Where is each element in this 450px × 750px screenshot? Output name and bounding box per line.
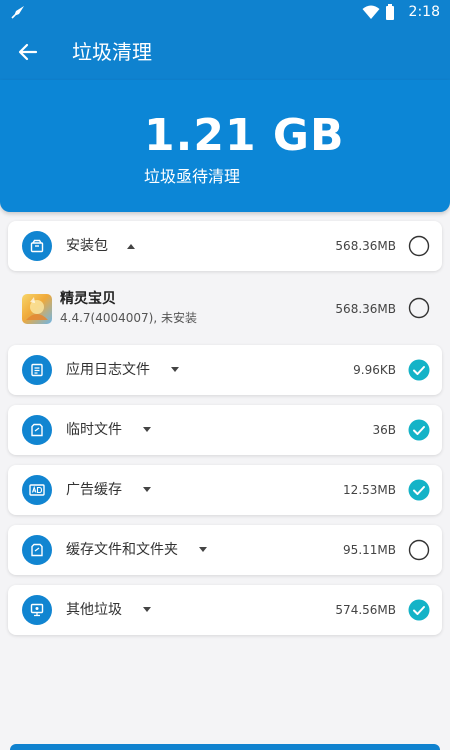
- chevron-up-icon[interactable]: [126, 242, 136, 250]
- apk-version: 4.4.7(4004007), 未安装: [60, 311, 197, 325]
- chevron-down-icon[interactable]: [198, 546, 208, 554]
- category-amount: 12.53MB: [343, 483, 396, 497]
- temp-file-icon: [22, 415, 52, 445]
- category-amount: 95.11MB: [343, 543, 396, 557]
- rocket-icon: [11, 6, 24, 19]
- unchecked-circle-icon[interactable]: [408, 235, 430, 257]
- status-time: 2:18: [408, 4, 440, 20]
- category-label: 安装包: [66, 238, 108, 254]
- category-other-junk[interactable]: 其他垃圾 574.56MB: [8, 585, 442, 635]
- category-label: 临时文件: [66, 422, 122, 438]
- category-amount: 574.56MB: [335, 603, 396, 617]
- log-file-icon: [22, 355, 52, 385]
- clean-action-bar[interactable]: [10, 744, 440, 750]
- category-amount: 568.36MB: [335, 239, 396, 253]
- page-title: 垃圾清理: [72, 40, 152, 64]
- app-bar: 垃圾清理: [0, 24, 450, 80]
- unchecked-circle-icon[interactable]: [408, 539, 430, 561]
- status-bar: 2:18: [0, 0, 450, 24]
- back-arrow-icon[interactable]: [16, 40, 40, 64]
- checked-circle-icon[interactable]: [408, 419, 430, 441]
- package-icon: [22, 231, 52, 261]
- category-ad-cache[interactable]: 广告缓存 12.53MB: [8, 465, 442, 515]
- junk-total-size: 1.21 GB: [144, 110, 345, 161]
- chevron-down-icon[interactable]: [142, 426, 152, 434]
- apk-name: 精灵宝贝: [60, 291, 116, 307]
- junk-summary-subtitle: 垃圾亟待清理: [144, 167, 241, 186]
- junk-summary: 1.21 GB 垃圾亟待清理: [0, 80, 450, 212]
- category-amount: 9.96KB: [353, 363, 396, 377]
- unchecked-circle-icon[interactable]: [408, 297, 430, 319]
- cache-icon: [22, 535, 52, 565]
- chevron-down-icon[interactable]: [142, 606, 152, 614]
- wifi-icon: [362, 5, 380, 19]
- category-label: 应用日志文件: [66, 362, 150, 378]
- checked-circle-icon[interactable]: [408, 479, 430, 501]
- list-item-apk[interactable]: 精灵宝贝 4.4.7(4004007), 未安装 568.36MB: [8, 280, 442, 338]
- category-label: 其他垃圾: [66, 602, 122, 618]
- other-junk-icon: [22, 595, 52, 625]
- checked-circle-icon[interactable]: [408, 359, 430, 381]
- apk-amount: 568.36MB: [335, 302, 396, 316]
- category-temp-files[interactable]: 临时文件 36B: [8, 405, 442, 455]
- chevron-down-icon[interactable]: [142, 486, 152, 494]
- category-cache-files[interactable]: 缓存文件和文件夹 95.11MB: [8, 525, 442, 575]
- category-install-packages[interactable]: 安装包 568.36MB: [8, 221, 442, 271]
- app-icon: [22, 294, 52, 324]
- category-app-logs[interactable]: 应用日志文件 9.96KB: [8, 345, 442, 395]
- battery-icon: [386, 4, 394, 20]
- category-label: 广告缓存: [66, 482, 122, 498]
- category-label: 缓存文件和文件夹: [66, 542, 178, 558]
- checked-circle-icon[interactable]: [408, 599, 430, 621]
- chevron-down-icon[interactable]: [170, 366, 180, 374]
- ad-icon: [22, 475, 52, 505]
- category-amount: 36B: [372, 423, 396, 437]
